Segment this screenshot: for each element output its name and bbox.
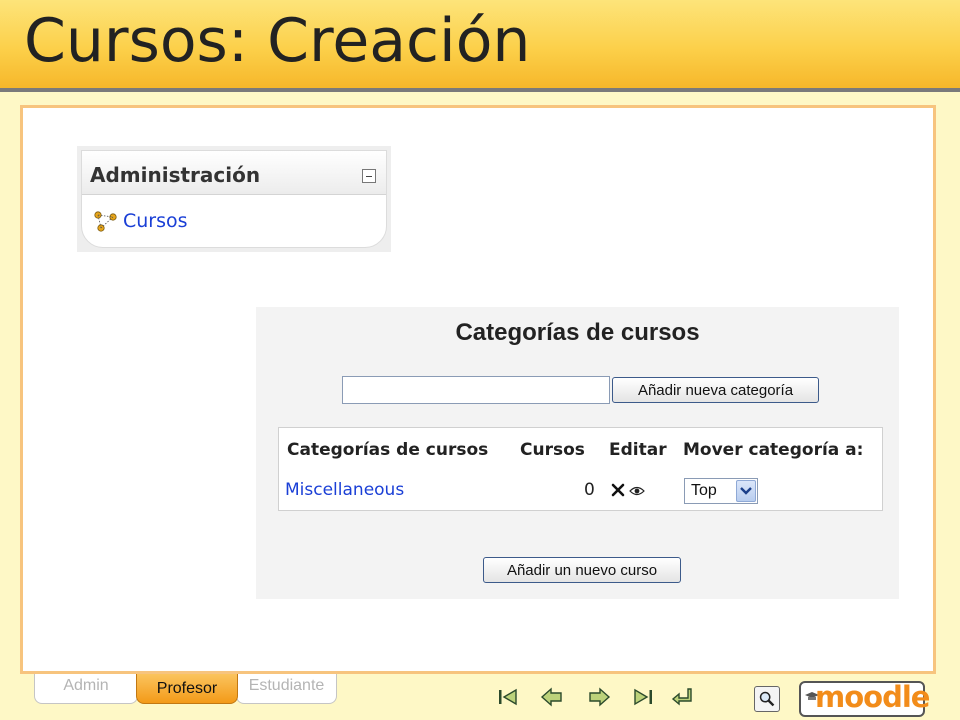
categories-heading: Categorías de cursos (455, 319, 700, 346)
administration-title: Administración (90, 163, 261, 187)
move-category-value: Top (691, 482, 717, 499)
add-course-button[interactable]: Añadir un nuevo curso (483, 557, 681, 583)
course-icon (94, 211, 117, 232)
return-icon[interactable] (670, 686, 694, 708)
category-link[interactable]: Miscellaneous (285, 480, 404, 500)
tab-profesor[interactable]: Profesor (136, 674, 238, 704)
slide-title: Cursos: Creación (24, 6, 531, 76)
previous-slide-icon[interactable] (540, 686, 564, 708)
new-category-input[interactable] (342, 376, 610, 404)
first-slide-icon[interactable] (496, 686, 520, 708)
tab-estudiante[interactable]: Estudiante (236, 674, 337, 704)
delete-icon[interactable] (610, 482, 626, 498)
administration-header: Administración (82, 151, 386, 195)
add-category-button[interactable]: Añadir nueva categoría (612, 377, 819, 403)
admin-item-label[interactable]: Cursos (123, 210, 188, 232)
admin-item-cursos[interactable]: Cursos (92, 209, 188, 233)
chevron-down-icon[interactable] (736, 480, 756, 502)
categories-section: Categorías de cursos Añadir nueva catego… (256, 307, 899, 599)
title-bar: Cursos: Creación (0, 0, 960, 92)
slide-panel: Administración Cursos Categorías de curs… (20, 105, 936, 674)
next-slide-icon[interactable] (587, 686, 611, 708)
categories-table: Categorías de cursos Cursos Editar Mover… (278, 427, 883, 511)
moodle-logo: moodle (799, 680, 930, 717)
administration-block: Administración Cursos (77, 146, 391, 252)
header-move: Mover categoría a: (683, 440, 864, 460)
tab-admin[interactable]: Admin (34, 674, 138, 704)
header-category: Categorías de cursos (287, 440, 489, 460)
course-count: 0 (584, 480, 595, 500)
move-category-select[interactable]: Top (684, 478, 758, 504)
logo-text: moodle (815, 680, 930, 714)
collapse-icon[interactable] (362, 169, 376, 183)
search-icon[interactable] (754, 686, 780, 712)
header-edit: Editar (609, 440, 667, 460)
category-name-cell: Miscellaneous (285, 480, 404, 500)
administration-block-inner: Administración Cursos (81, 150, 387, 248)
eye-icon[interactable] (629, 485, 645, 497)
last-slide-icon[interactable] (631, 686, 655, 708)
header-courses: Cursos (520, 440, 585, 460)
